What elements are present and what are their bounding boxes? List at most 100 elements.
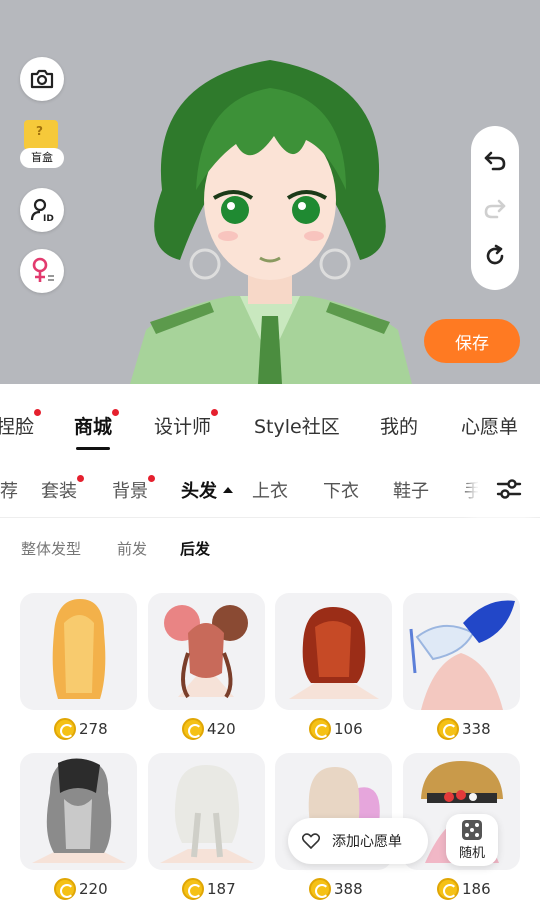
subtab-front-hair[interactable]: 前发 (117, 538, 147, 559)
save-button[interactable]: 保存 (424, 319, 520, 363)
history-controls (471, 126, 519, 290)
blind-box-icon (24, 120, 58, 150)
notification-dot (112, 409, 120, 416)
price-value: 278 (79, 720, 108, 738)
item-price: 278 (54, 718, 108, 740)
filter-button[interactable] (478, 460, 540, 517)
tab-label: 心愿单 (461, 416, 519, 438)
coin-icon (309, 718, 331, 740)
item-card[interactable]: 187 (148, 753, 265, 900)
blind-box-button[interactable]: 盲盒 (18, 120, 66, 172)
coin-icon (437, 878, 459, 900)
category-outfit[interactable]: 套装 (41, 475, 84, 503)
item-thumbnail (20, 593, 137, 710)
item-card[interactable]: 420 (148, 593, 265, 740)
item-card[interactable]: 338 (403, 593, 520, 740)
caret-up-icon (223, 487, 233, 493)
tab-label: 捏脸 (0, 416, 35, 438)
item-price: 187 (182, 878, 236, 900)
avatar-3d-model (130, 60, 412, 384)
tab-designer[interactable]: 设计师 (154, 409, 219, 439)
subtab-full-hairstyle[interactable]: 整体发型 (21, 538, 81, 559)
hair-preview-image (164, 605, 248, 699)
category-tab-bar: 推荐 套装 背景 头发 上衣 下衣 鞋子 手 (0, 460, 540, 518)
tab-mine[interactable]: 我的 (380, 412, 418, 439)
category-background[interactable]: 背景 (112, 475, 155, 503)
tab-style-community[interactable]: Style社区 (254, 412, 340, 439)
hair-preview-image (52, 599, 106, 699)
tab-shop[interactable]: 商城 (74, 409, 120, 439)
camera-button[interactable] (20, 57, 64, 101)
svg-text:ID: ID (43, 214, 54, 224)
female-symbol-icon (32, 257, 54, 282)
item-card[interactable]: 106 (275, 593, 392, 740)
hair-preview-image (160, 765, 254, 863)
item-thumbnail (20, 753, 137, 870)
add-to-wishlist-button[interactable]: 添加心愿单 (288, 818, 428, 864)
coin-icon (182, 718, 204, 740)
category-top[interactable]: 上衣 (252, 477, 288, 503)
category-shoes[interactable]: 鞋子 (393, 477, 429, 503)
tab-label: 我的 (380, 416, 419, 438)
active-tab-indicator (76, 447, 110, 450)
redo-button[interactable] (481, 194, 509, 222)
price-value: 420 (207, 720, 236, 738)
item-thumbnail (148, 593, 265, 710)
undo-icon (484, 151, 506, 171)
coin-icon (309, 878, 331, 900)
hair-preview-image (32, 758, 126, 863)
tab-label: Style社区 (254, 416, 340, 438)
item-card[interactable]: 220 (20, 753, 137, 900)
coin-icon (182, 878, 204, 900)
category-label: 套装 (41, 481, 77, 502)
item-price: 186 (437, 878, 491, 900)
price-value: 106 (334, 720, 363, 738)
tab-label: 商城 (74, 416, 113, 438)
notification-dot (77, 475, 84, 482)
coin-icon (54, 878, 76, 900)
item-price: 338 (437, 718, 491, 740)
camera-icon (30, 69, 54, 89)
random-label: 随机 (458, 845, 485, 861)
notification-dot (34, 409, 42, 416)
price-value: 338 (462, 720, 491, 738)
price-value: 388 (334, 880, 363, 898)
item-price: 388 (309, 878, 363, 900)
coin-icon (437, 718, 459, 740)
undo-button[interactable] (481, 146, 509, 174)
item-thumbnail (275, 593, 392, 710)
tab-label: 设计师 (154, 416, 212, 438)
category-bottom[interactable]: 下衣 (323, 477, 359, 503)
gender-switch-button[interactable] (20, 249, 64, 293)
price-value: 186 (462, 880, 491, 898)
profile-id-button[interactable]: ID (20, 188, 64, 232)
category-hair[interactable]: 头发 (181, 477, 233, 503)
price-value: 187 (207, 880, 236, 898)
item-price: 220 (54, 878, 108, 900)
price-value: 220 (79, 880, 108, 898)
category-label: 下衣 (323, 481, 359, 502)
redo-icon (484, 199, 506, 219)
coin-icon (54, 718, 76, 740)
category-recommend[interactable]: 推荐 (0, 477, 18, 503)
reset-button[interactable] (481, 242, 509, 270)
item-thumbnail (148, 753, 265, 870)
dice-icon (462, 819, 482, 840)
avatar-stage[interactable]: 盲盒 ID (0, 0, 540, 384)
subtab-back-hair[interactable]: 后发 (180, 538, 210, 559)
random-button[interactable]: 随机 (446, 814, 498, 866)
blind-box-label: 盲盒 (20, 148, 64, 168)
category-label: 上衣 (252, 481, 288, 502)
item-thumbnail (403, 593, 520, 710)
item-price: 106 (309, 718, 363, 740)
hair-preview-image (409, 600, 515, 710)
category-label: 推荐 (0, 481, 18, 502)
wishlist-label: 添加心愿单 (332, 834, 402, 850)
item-card[interactable]: 278 (20, 593, 137, 740)
tab-face-customize[interactable]: 捏脸 (0, 409, 42, 439)
tab-wishlist[interactable]: 心愿单 (461, 412, 518, 439)
notification-dot (211, 409, 219, 416)
item-price: 420 (182, 718, 236, 740)
category-label: 背景 (112, 481, 148, 502)
category-label: 鞋子 (393, 481, 429, 502)
